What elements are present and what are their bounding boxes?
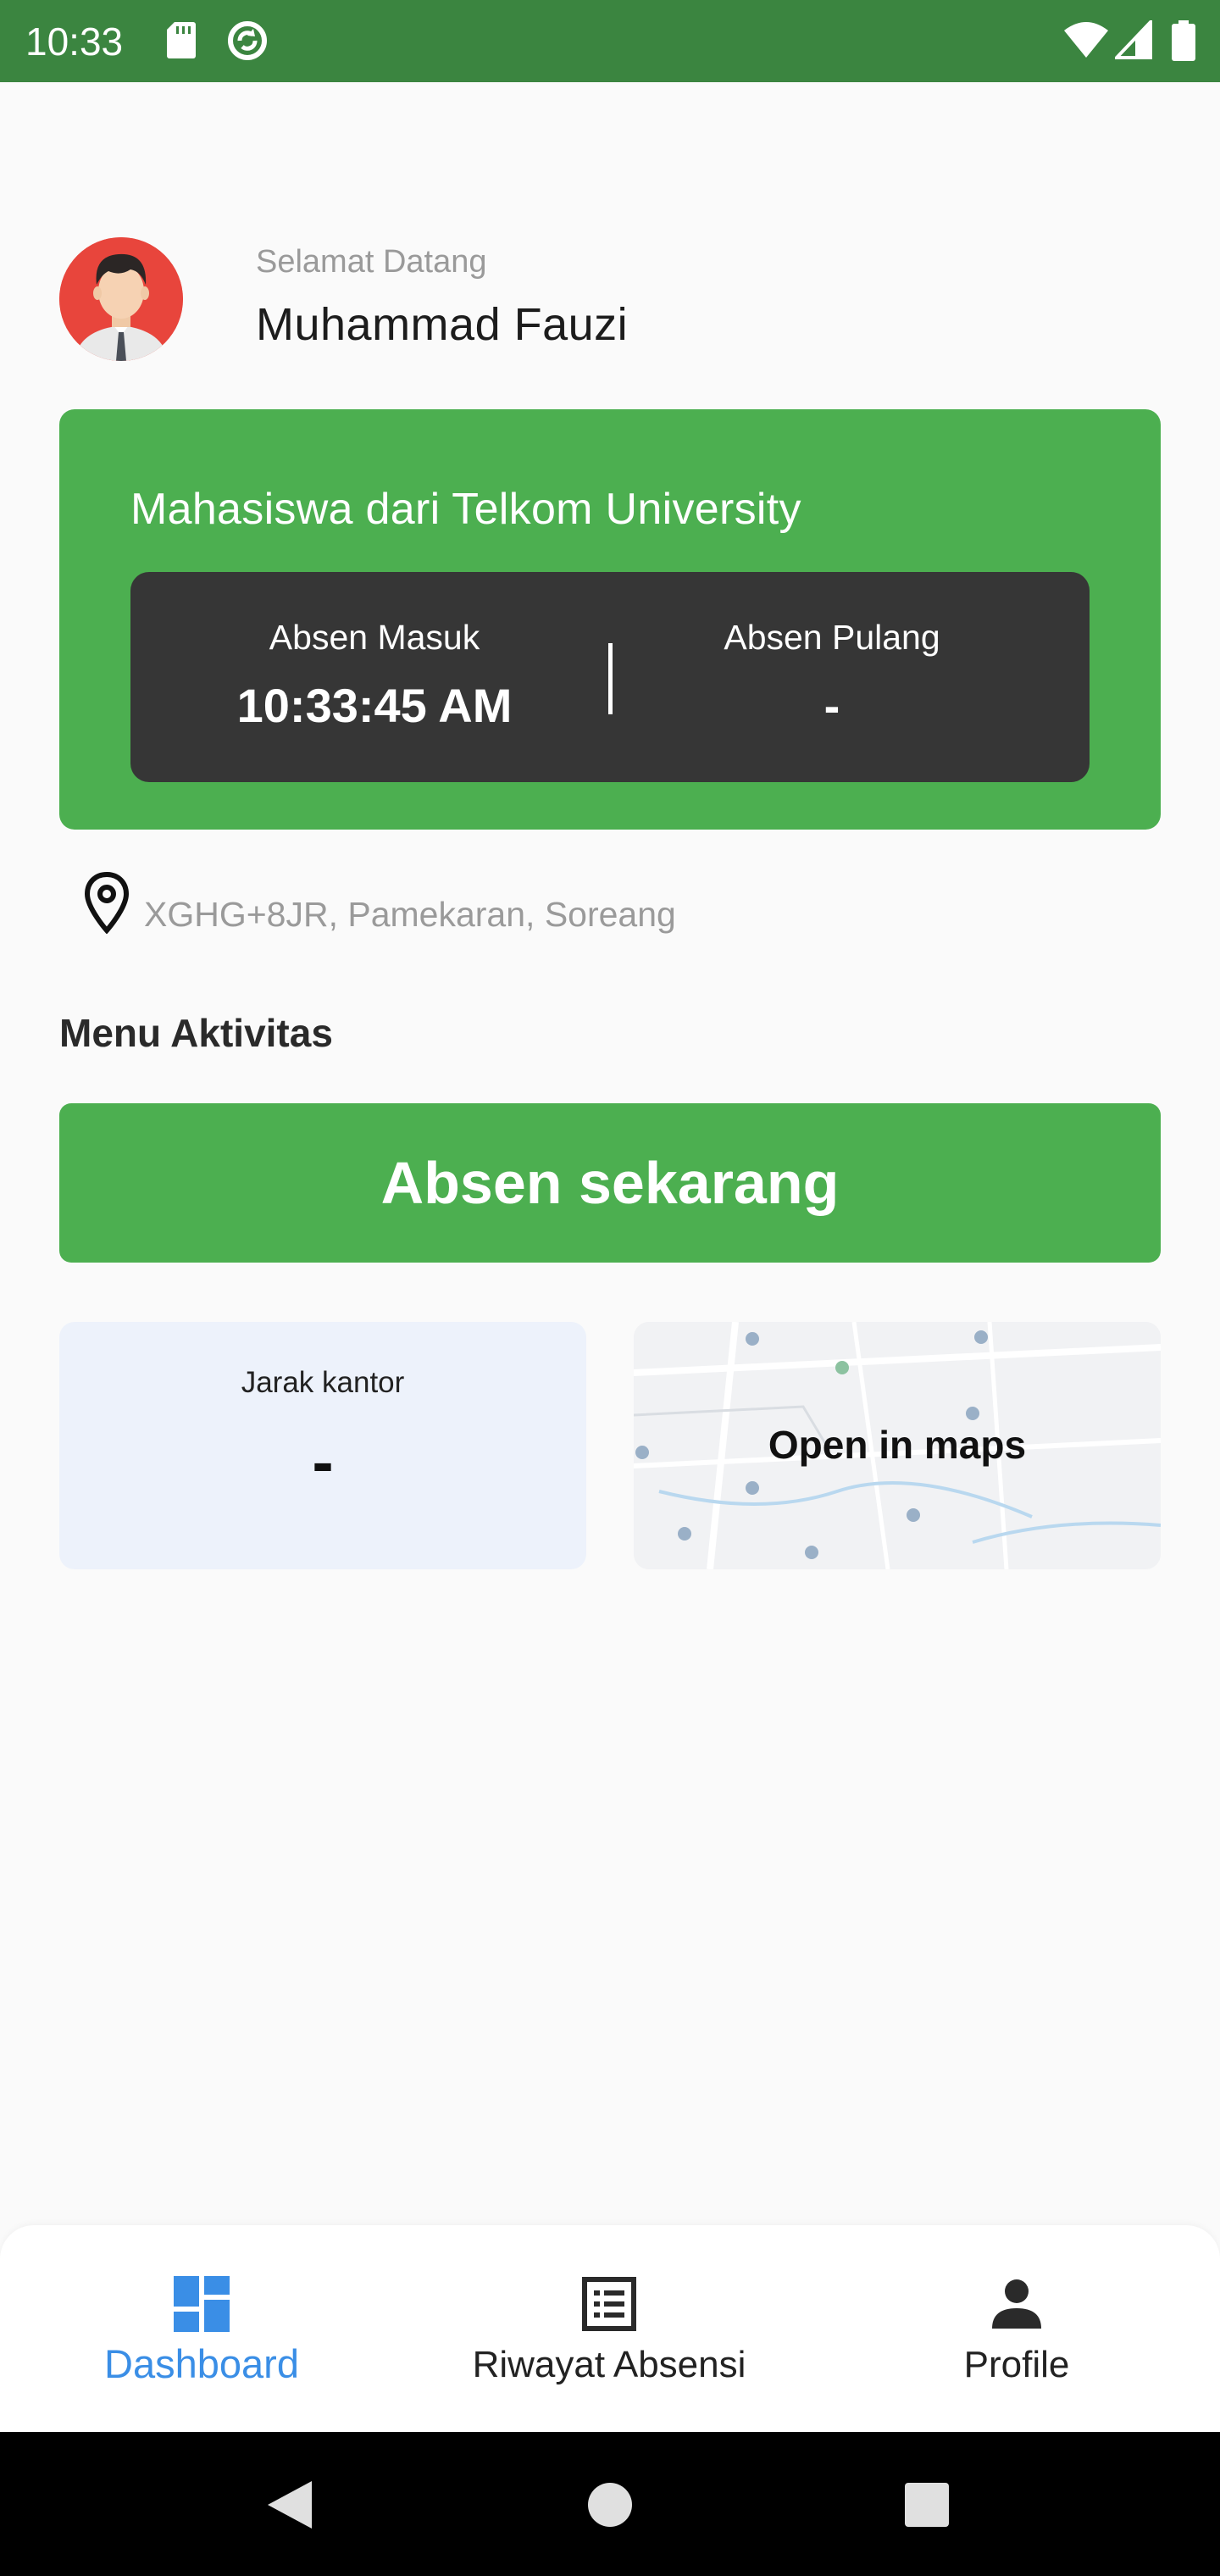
status-time: 10:33: [25, 19, 124, 64]
nav-label-dashboard: Dashboard: [104, 2341, 299, 2386]
open-in-maps-card[interactable]: Open in maps: [634, 1322, 1161, 1569]
back-icon[interactable]: [261, 2474, 322, 2535]
check-out-time: -: [824, 679, 840, 732]
bottom-navigation: Dashboard Riwayat Absensi Profile: [0, 2225, 1220, 2432]
nav-label-profile: Profile: [963, 2344, 1070, 2385]
absen-now-button[interactable]: Absen sekarang: [59, 1103, 1161, 1263]
check-out-label: Absen Pulang: [724, 618, 940, 657]
system-navigation-bar: [0, 2432, 1220, 2576]
recents-icon[interactable]: [896, 2474, 957, 2535]
open-in-maps-label: Open in maps: [768, 1423, 1027, 1467]
status-bar: 10:33: [0, 0, 1220, 82]
nav-item-riwayat-absensi[interactable]: Riwayat Absensi: [440, 2225, 779, 2432]
distance-label: Jarak kantor: [241, 1366, 405, 1399]
location-address: XGHG+8JR, Pamekaran, Soreang: [144, 895, 676, 934]
check-in-column: Absen Masuk 10:33:45 AM: [188, 616, 561, 733]
list-icon: [582, 2277, 636, 2331]
check-in-label: Absen Masuk: [269, 618, 480, 657]
user-name: Muhammad Fauzi: [256, 299, 629, 350]
menu-section-title: Menu Aktivitas: [59, 1011, 333, 1055]
check-in-time: 10:33:45 AM: [236, 679, 513, 732]
card-title: Mahasiswa dari Telkom University: [130, 485, 801, 534]
dashboard-icon: [174, 2276, 230, 2332]
sd-card-icon: [167, 22, 196, 58]
nav-item-dashboard[interactable]: Dashboard: [32, 2225, 371, 2432]
location-pin-icon: [84, 871, 130, 934]
nav-label-riwayat-absensi: Riwayat Absensi: [472, 2344, 746, 2385]
signal-icon: [1115, 20, 1152, 59]
person-icon: [992, 2279, 1041, 2329]
wifi-icon: [1064, 22, 1108, 58]
avatar: [59, 237, 183, 361]
battery-icon: [1172, 20, 1195, 61]
sync-icon: [228, 21, 267, 60]
nav-item-profile[interactable]: Profile: [847, 2225, 1186, 2432]
attendance-status-card: Mahasiswa dari Telkom University Absen M…: [59, 409, 1161, 830]
home-icon[interactable]: [580, 2474, 640, 2535]
office-distance-card: Jarak kantor -: [59, 1322, 586, 1569]
attendance-divider: [608, 643, 613, 714]
greeting-text: Selamat Datang: [256, 244, 487, 280]
user-avatar-illustration: [59, 237, 183, 361]
distance-value: -: [312, 1426, 334, 1498]
check-out-column: Absen Pulang -: [646, 616, 1018, 733]
attendance-times-box: Absen Masuk 10:33:45 AM Absen Pulang -: [130, 572, 1090, 782]
